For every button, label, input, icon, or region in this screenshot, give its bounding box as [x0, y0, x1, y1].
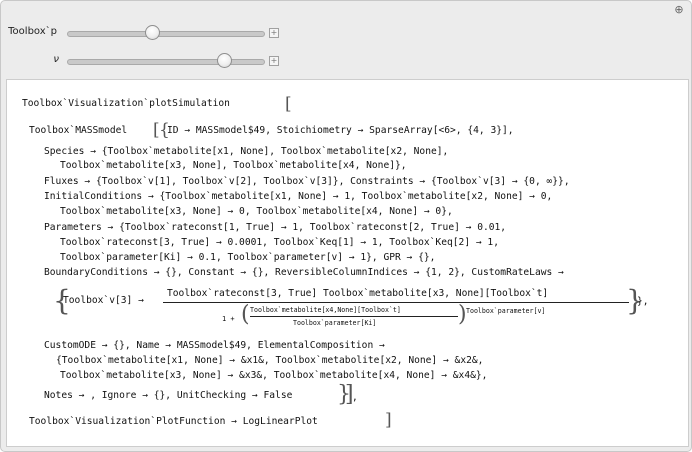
- output-boundary: BoundaryConditions → {}, Constant → {}, …: [44, 267, 564, 278]
- notes-comma: ,: [352, 392, 358, 403]
- output-species-1: Species → {Toolbox`metabolite[x1, None],…: [44, 146, 449, 157]
- rate-lhs: Toolbox`v[3] →: [63, 295, 144, 306]
- plus-icon[interactable]: +: [269, 56, 279, 66]
- output-custom-2: {Toolbox`metabolite[x1, None] → &x1&, To…: [56, 355, 484, 366]
- slider-track-p[interactable]: [67, 31, 265, 37]
- slider-thumb-p[interactable]: [145, 25, 160, 40]
- output-parameters-2: Toolbox`rateconst[3, True] → 0.0001, Too…: [60, 237, 499, 248]
- control-label-nu: ν: [53, 54, 59, 65]
- output-species-2: Toolbox`metabolite[x3, None], Toolbox`me…: [60, 160, 407, 171]
- output-notes: Notes → , Ignore → {}, UnitChecking → Fa…: [44, 390, 293, 401]
- output-custom-3: Toolbox`metabolite[x3, None] → &x3&, Too…: [60, 370, 488, 381]
- output-parameters-3: Toolbox`parameter[Ki] → 0.1, Toolbox`par…: [60, 252, 436, 263]
- rate-den-prefix: 1 +: [222, 315, 235, 323]
- bracket-close: ]: [385, 410, 392, 430]
- output-initial-1: InitialConditions → {Toolbox`metabolite[…: [44, 191, 553, 202]
- output-plot-function: Toolbox`Visualization`PlotFunction → Log…: [29, 416, 318, 427]
- output-custom-1: CustomODE → {}, Name → MASSmodel$49, Ele…: [44, 340, 385, 351]
- control-row-p: Toolbox`p +: [1, 23, 692, 43]
- paren-open: (: [241, 302, 250, 327]
- rate-inner-bar: [250, 316, 458, 317]
- control-label-p: Toolbox`p: [8, 26, 57, 37]
- slider-thumb-nu[interactable]: [217, 53, 232, 68]
- output-fluxes: Fluxes → {Toolbox`v[1], Toolbox`v[2], To…: [44, 176, 570, 187]
- bracket-open: [: [285, 94, 292, 114]
- slider-track-nu[interactable]: [67, 59, 265, 65]
- rate-numerator: Toolbox`rateconst[3, True] Toolbox`metab…: [167, 288, 549, 299]
- expand-plus-icon[interactable]: ⊕: [673, 4, 685, 16]
- rate-inner-denominator: Toolbox`parameter[Ki]: [293, 319, 377, 327]
- output-massmodel: Toolbox`MASSmodel: [29, 125, 128, 136]
- rate-close: },: [637, 296, 649, 307]
- manipulate-panel: ⊕ Toolbox`p + ν + Toolbox`Visualization`…: [0, 0, 692, 452]
- output-panel: Toolbox`Visualization`plotSimulation [ T…: [6, 79, 689, 447]
- plus-icon[interactable]: +: [269, 28, 279, 38]
- output-initial-2: Toolbox`metabolite[x3, None] → 0, Toolbo…: [60, 206, 453, 217]
- output-parameters-1: Parameters → {Toolbox`rateconst[1, True]…: [44, 222, 507, 233]
- output-id-stoichiometry: ID → MASSmodel$49, Stoichiometry → Spars…: [167, 125, 514, 136]
- control-row-nu: ν +: [1, 51, 692, 71]
- rate-inner-numerator: Toolbox`metabolite[x4,None][Toolbox`t]: [250, 306, 401, 314]
- rate-fraction-bar: [163, 302, 629, 303]
- control-label-box: Toolbox`p: [1, 23, 61, 43]
- rate-exponent: Toolbox`parameter[v]: [466, 307, 546, 315]
- output-plot-simulation: Toolbox`Visualization`plotSimulation: [22, 98, 230, 109]
- control-label-box: ν: [1, 51, 61, 71]
